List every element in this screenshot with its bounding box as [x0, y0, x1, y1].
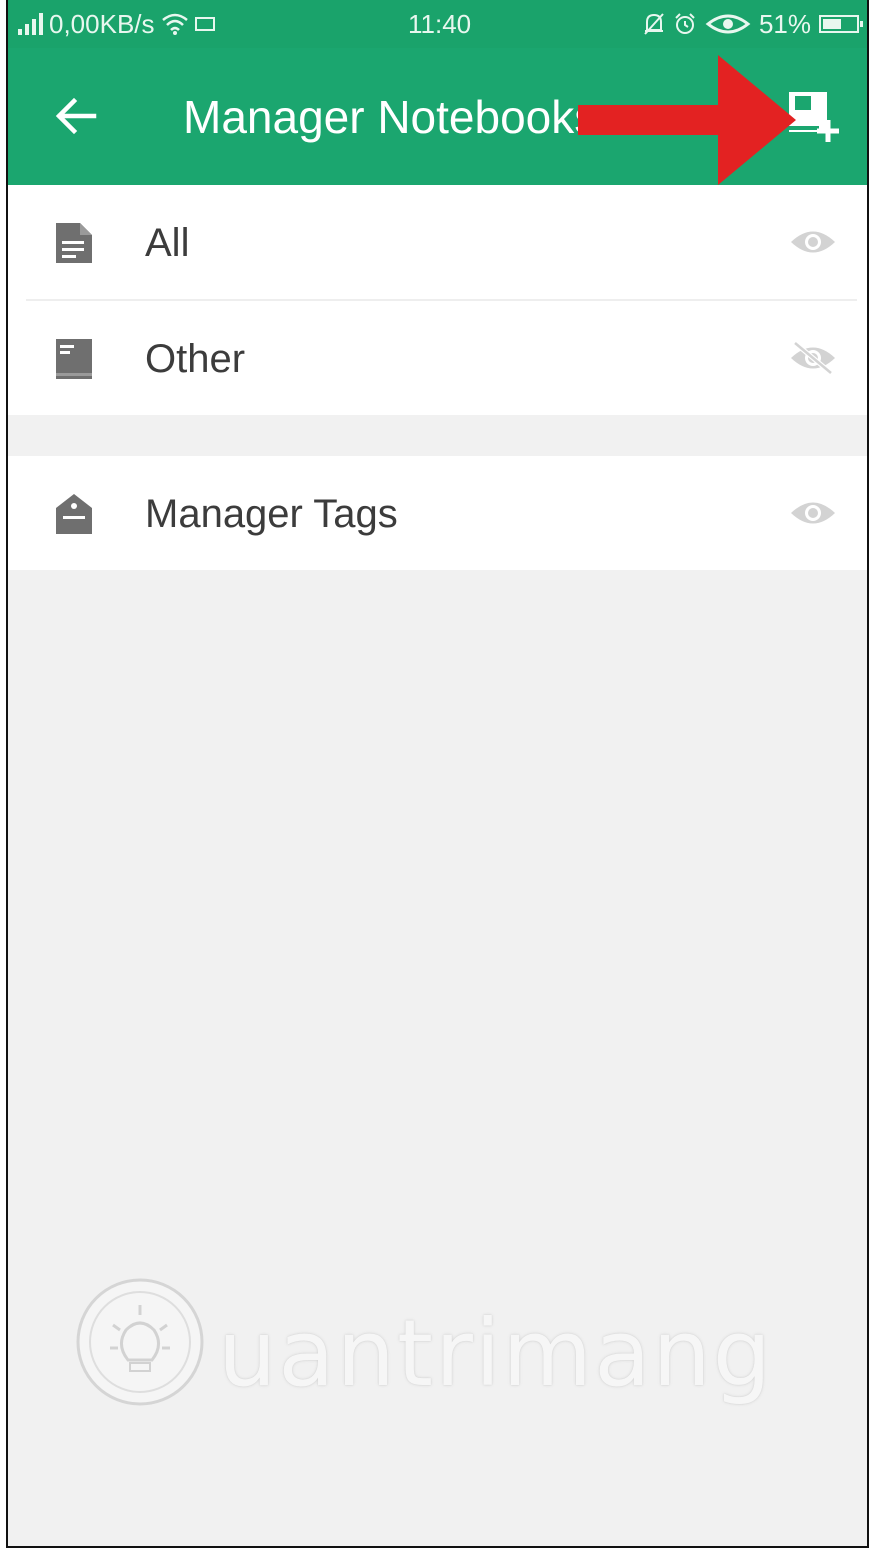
network-speed: 0,00KB/s: [49, 9, 155, 39]
battery-icon: [819, 15, 863, 33]
highlight-arrow: [578, 55, 796, 185]
clock: 11:40: [408, 9, 472, 39]
mail-icon: [194, 17, 215, 31]
note-icon: [56, 223, 92, 263]
back-button[interactable]: [48, 88, 104, 144]
status-bar: 0,00KB/s 11:40 51%: [8, 0, 867, 48]
notebook-label: Other: [145, 337, 246, 381]
tag-icon: [56, 494, 92, 534]
notebook-row-other[interactable]: Other: [8, 301, 867, 415]
battery-percent: 51%: [758, 9, 811, 39]
alarm-clock-icon: [675, 13, 695, 34]
visibility-on-icon[interactable]: [789, 225, 837, 259]
app-screen: 0,00KB/s 11:40 51% Manager Notebooks All…: [6, 0, 869, 1548]
page-title: Manager Notebooks: [183, 91, 598, 143]
manager-tags-row[interactable]: Manager Tags: [8, 456, 867, 570]
lightbulb-logo-icon: [76, 1278, 204, 1406]
arrow-left-icon: [55, 97, 97, 135]
eye-icon: [705, 14, 751, 34]
alarm-off-icon: [644, 13, 664, 35]
notebook-icon: [56, 339, 92, 379]
visibility-on-icon[interactable]: [789, 496, 837, 530]
tags-label: Manager Tags: [145, 492, 398, 536]
notebook-row-all[interactable]: All: [8, 185, 867, 299]
visibility-off-icon[interactable]: [789, 341, 837, 375]
wifi-icon: [161, 13, 188, 35]
signal-icon: [18, 13, 43, 35]
notebook-label: All: [145, 221, 190, 265]
watermark-text: uantrimang: [218, 1300, 774, 1407]
tags-list: Manager Tags: [8, 456, 867, 570]
notebooks-list: All Other: [8, 185, 867, 415]
watermark: uantrimang: [68, 1270, 808, 1430]
